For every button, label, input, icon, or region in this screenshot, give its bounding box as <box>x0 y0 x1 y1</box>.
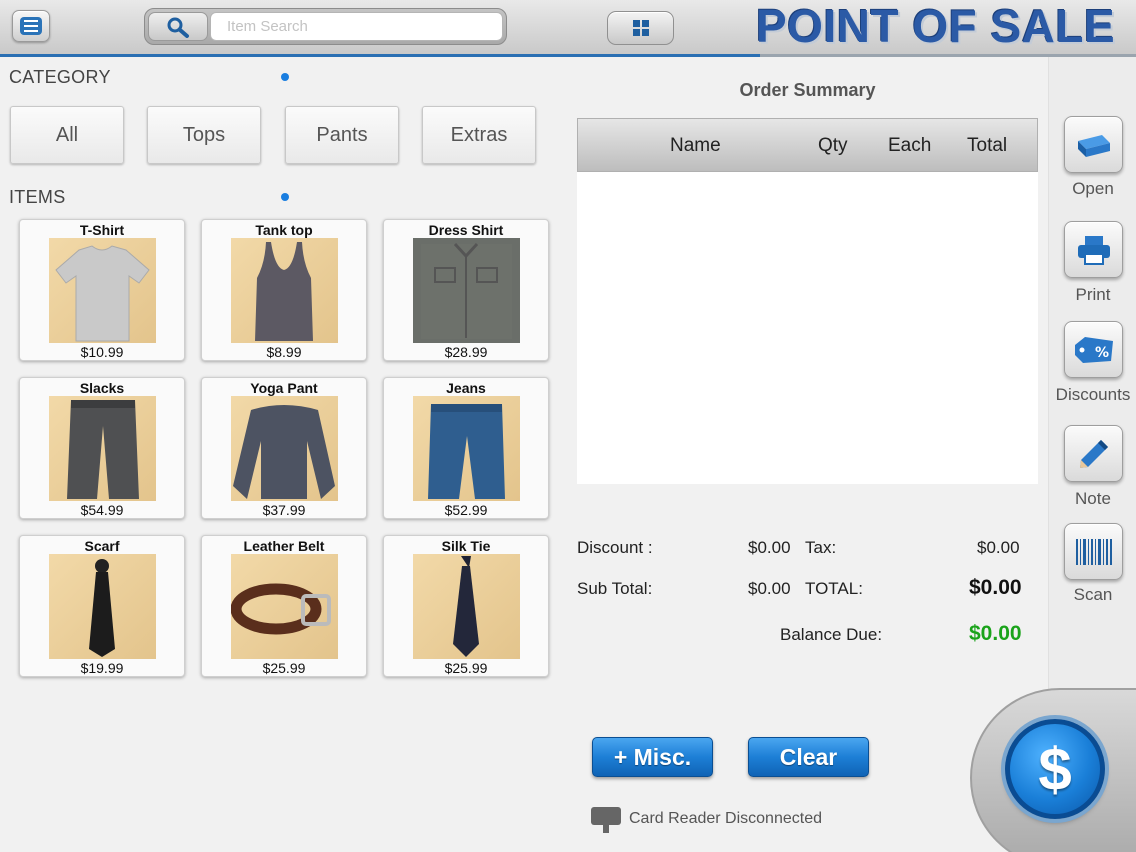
item-name: Slacks <box>79 380 125 396</box>
order-table-header: Name Qty Each Total <box>577 118 1038 172</box>
tax-value: $0.00 <box>977 538 1020 557</box>
column-each: Each <box>888 135 932 156</box>
item-card-dress-shirt[interactable]: Dress Shirt $28.99 <box>383 219 549 361</box>
order-items-list[interactable] <box>577 172 1038 484</box>
clear-button[interactable]: Clear <box>748 737 869 777</box>
item-card-scarf[interactable]: Scarf $19.99 <box>19 535 185 677</box>
print-button[interactable] <box>1064 221 1123 278</box>
discounts-button[interactable]: % <box>1064 321 1123 378</box>
item-card-tshirt[interactable]: T-Shirt $10.99 <box>19 219 185 361</box>
search-bar <box>144 8 507 45</box>
item-price: $25.99 <box>262 660 306 676</box>
tax-label: Tax: <box>805 538 837 557</box>
item-price: $52.99 <box>444 502 488 518</box>
items-page-indicator <box>281 193 289 201</box>
item-card-yoga-pant[interactable]: Yoga Pant $37.99 <box>201 377 367 519</box>
category-page-indicator <box>281 73 289 81</box>
top-bar: POINT OF SALE <box>0 0 1136 57</box>
scan-label: Scan <box>1073 585 1113 604</box>
column-name: Name <box>670 135 721 156</box>
category-pants-button[interactable]: Pants <box>285 106 399 164</box>
category-label: CATEGORY <box>9 67 111 87</box>
item-name: Leather Belt <box>243 538 325 554</box>
discount-label: Discount : <box>577 538 653 557</box>
menu-button[interactable] <box>12 10 50 42</box>
category-all-button[interactable]: All <box>10 106 124 164</box>
item-card-leather-belt[interactable]: Leather Belt $25.99 <box>201 535 367 677</box>
item-price: $37.99 <box>262 502 306 518</box>
item-name: Yoga Pant <box>250 380 318 396</box>
tshirt-image <box>49 238 156 343</box>
item-card-slacks[interactable]: Slacks $54.99 <box>19 377 185 519</box>
card-reader-status: Card Reader Disconnected <box>629 810 822 827</box>
balance-due-value: $0.00 <box>969 622 1022 645</box>
grid-view-button[interactable] <box>607 11 674 45</box>
silk-tie-image <box>413 554 520 659</box>
hamburger-menu-icon <box>20 17 42 35</box>
item-price: $19.99 <box>80 660 124 676</box>
jeans-image <box>413 396 520 501</box>
print-label: Print <box>1075 285 1111 304</box>
drawer-icon <box>1077 134 1110 157</box>
category-extras-button[interactable]: Extras <box>422 106 536 164</box>
item-name: Scarf <box>84 538 120 554</box>
yoga-pant-image <box>231 396 338 501</box>
item-price: $25.99 <box>444 660 488 676</box>
subtotal-label: Sub Total: <box>577 579 653 598</box>
printer-icon <box>1077 235 1110 265</box>
item-name: Dress Shirt <box>428 222 504 238</box>
grid-icon <box>632 20 649 36</box>
slacks-image <box>49 396 156 501</box>
note-button[interactable] <box>1064 425 1123 482</box>
item-name: Tank top <box>255 222 313 238</box>
item-price: $28.99 <box>444 344 488 360</box>
total-label: TOTAL: <box>805 579 863 598</box>
item-name: Silk Tie <box>441 538 491 554</box>
tank-top-image <box>231 238 338 343</box>
pay-button[interactable]: $ <box>1005 719 1105 819</box>
scarf-image <box>49 554 156 659</box>
card-reader-icon <box>591 807 621 833</box>
pencil-icon <box>1079 439 1108 468</box>
scan-button[interactable] <box>1064 523 1123 580</box>
column-qty: Qty <box>818 135 848 156</box>
item-price: $8.99 <box>266 344 302 360</box>
open-label: Open <box>1072 179 1114 198</box>
category-tops-button[interactable]: Tops <box>147 106 261 164</box>
open-drawer-button[interactable] <box>1064 116 1123 173</box>
discount-value: $0.00 <box>748 538 791 557</box>
subtotal-value: $0.00 <box>748 579 791 598</box>
misc-item-button[interactable]: + Misc. <box>592 737 713 777</box>
leather-belt-image <box>231 554 338 659</box>
item-price: $54.99 <box>80 502 124 518</box>
order-summary-title: Order Summary <box>739 80 876 100</box>
item-card-jeans[interactable]: Jeans $52.99 <box>383 377 549 519</box>
discount-tag-icon: % <box>1074 336 1113 363</box>
items-label: ITEMS <box>9 187 66 207</box>
search-icon <box>167 17 189 38</box>
note-label: Note <box>1075 489 1111 508</box>
item-name: T-Shirt <box>79 222 125 238</box>
item-card-silk-tie[interactable]: Silk Tie $25.99 <box>383 535 549 677</box>
search-button[interactable] <box>148 12 208 41</box>
barcode-icon <box>1075 538 1112 565</box>
item-price: $10.99 <box>80 344 124 360</box>
balance-due-label: Balance Due: <box>780 625 883 644</box>
svg-text:%: % <box>1095 345 1109 361</box>
item-name: Jeans <box>446 380 486 396</box>
app-title: POINT OF SALE <box>756 0 1116 52</box>
discounts-label: Discounts <box>1055 385 1131 404</box>
dress-shirt-image <box>413 238 520 343</box>
search-input[interactable] <box>210 12 503 41</box>
column-total: Total <box>967 135 1008 156</box>
item-card-tank-top[interactable]: Tank top $8.99 <box>201 219 367 361</box>
total-value: $0.00 <box>969 576 1022 599</box>
